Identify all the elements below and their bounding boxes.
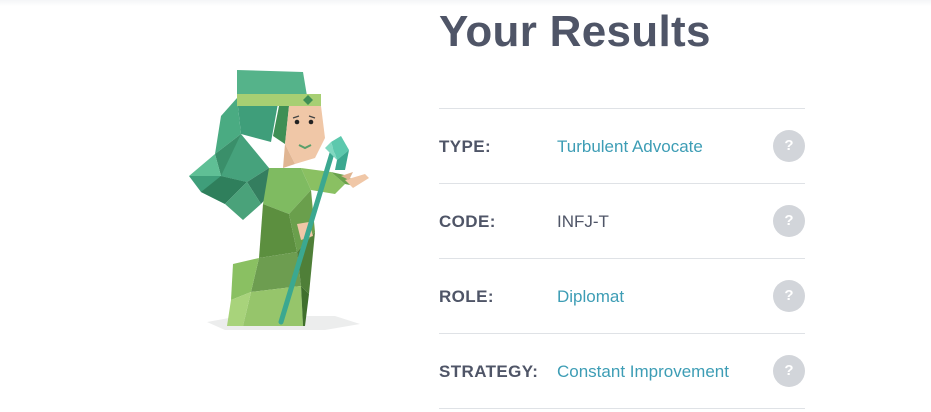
advocate-character-illustration <box>189 70 369 330</box>
results-page: Your Results TYPE: Turbulent Advocate ? … <box>0 0 931 412</box>
code-label: CODE: <box>439 212 496 231</box>
code-help-button[interactable]: ? <box>773 205 805 237</box>
page-title: Your Results <box>439 7 711 56</box>
strategy-help-button[interactable]: ? <box>773 355 805 387</box>
result-row-role: ROLE: Diplomat ? <box>439 259 805 334</box>
strategy-value-link[interactable]: Constant Improvement <box>557 362 729 382</box>
result-row-code: CODE: INFJ-T ? <box>439 184 805 259</box>
type-value-link[interactable]: Turbulent Advocate <box>557 137 703 157</box>
code-value: INFJ-T <box>557 212 609 231</box>
type-label: TYPE: <box>439 137 492 156</box>
strategy-label: STRATEGY: <box>439 362 539 381</box>
role-label: ROLE: <box>439 287 494 306</box>
results-table: TYPE: Turbulent Advocate ? CODE: INFJ-T … <box>439 108 805 409</box>
result-row-strategy: STRATEGY: Constant Improvement ? <box>439 334 805 409</box>
role-value-link[interactable]: Diplomat <box>557 287 624 307</box>
result-row-type: TYPE: Turbulent Advocate ? <box>439 109 805 184</box>
role-help-button[interactable]: ? <box>773 280 805 312</box>
type-help-button[interactable]: ? <box>773 130 805 162</box>
